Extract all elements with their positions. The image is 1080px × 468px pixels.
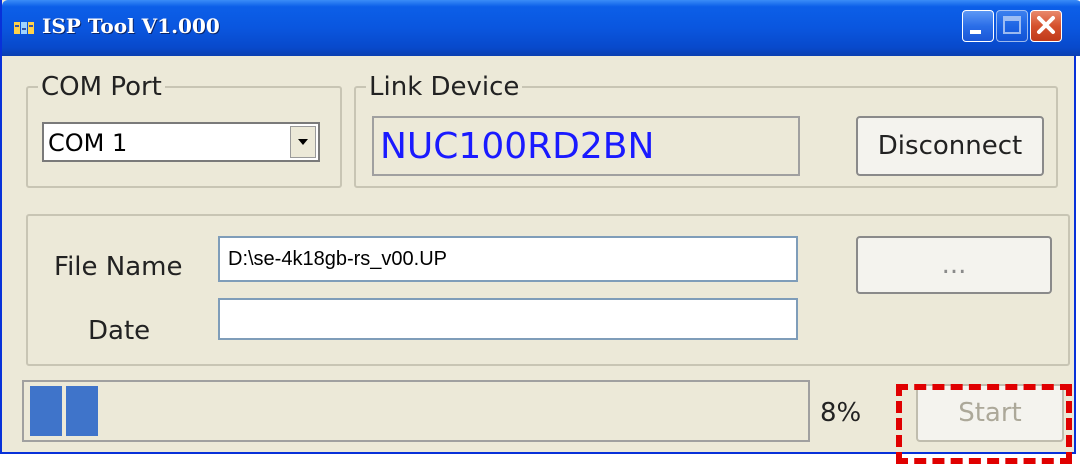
file-name-label: File Name [54, 252, 183, 282]
window-title: ISP Tool V1.000 [42, 14, 220, 38]
progress-block [66, 386, 98, 436]
close-button[interactable] [1030, 10, 1062, 42]
com-port-select[interactable]: COM 1 [42, 122, 320, 162]
link-device-legend: Link Device [366, 74, 523, 100]
date-input[interactable] [218, 298, 798, 340]
chevron-down-icon [298, 139, 308, 145]
maximize-button[interactable] [996, 10, 1028, 42]
browse-button[interactable]: ... [856, 236, 1052, 294]
maximize-icon [1003, 16, 1021, 34]
disconnect-button[interactable]: Disconnect [856, 116, 1044, 176]
highlight-box [896, 384, 1072, 464]
minimize-icon [970, 30, 981, 34]
device-name: NUC100RD2BN [380, 126, 655, 167]
title-bar[interactable]: ISP Tool V1.000 [2, 0, 1080, 56]
progress-percent: 8% [820, 398, 862, 428]
minimize-button[interactable] [962, 10, 994, 42]
isp-tool-icon [14, 22, 34, 34]
progress-block [30, 386, 62, 436]
date-label: Date [88, 316, 151, 346]
close-icon [1037, 16, 1055, 34]
com-port-selected-value: COM 1 [48, 129, 128, 157]
file-name-input[interactable]: D:\se-4k18gb-rs_v00.UP [218, 236, 798, 282]
com-port-legend: COM Port [38, 74, 165, 100]
com-port-dropdown-button[interactable] [290, 126, 316, 158]
file-name-value: D:\se-4k18gb-rs_v00.UP [228, 248, 447, 270]
progress-bar [22, 380, 810, 442]
device-name-display: NUC100RD2BN [372, 116, 800, 176]
